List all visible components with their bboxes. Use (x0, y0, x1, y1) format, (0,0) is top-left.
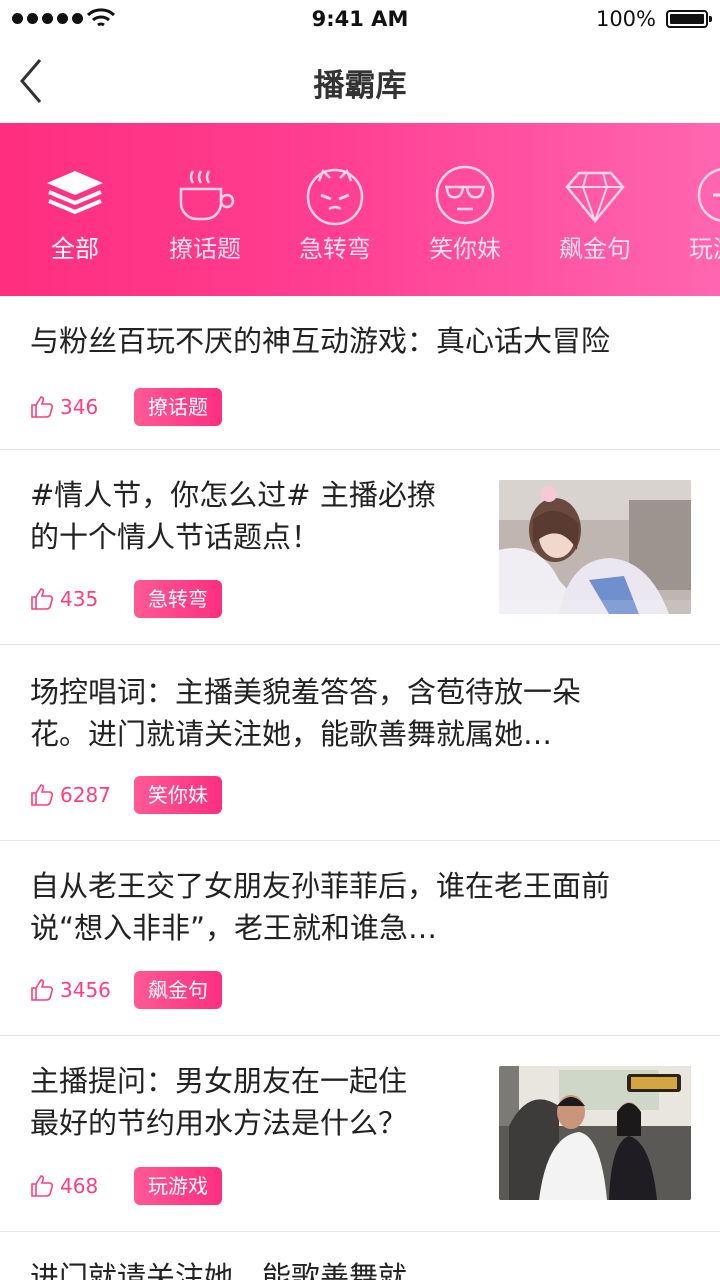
girl-photo-thumbnail[interactable] (499, 480, 691, 614)
car-photo-image (499, 1066, 691, 1200)
item-meta: 346 撩话题 (30, 388, 222, 426)
like-count[interactable]: 468 (30, 1174, 134, 1198)
gamepad-icon (697, 168, 720, 222)
category-ji-zhuan-wan[interactable]: 急转弯 (270, 123, 400, 296)
category-tag[interactable]: 笑你妹 (134, 776, 222, 814)
thumbs-up-icon (31, 588, 54, 610)
like-count-value: 346 (60, 395, 99, 419)
thumbs-up-icon (31, 979, 54, 1001)
item-title-line2: 花。进门就请关注她，能歌善舞就属她… (30, 717, 553, 751)
category-xiao-ni-mei[interactable]: 笑你妹 (400, 123, 530, 296)
category-label: 全部 (51, 235, 99, 263)
category-label: 笑你妹 (429, 235, 501, 263)
item-title-line1: 自从老王交了女朋友孙菲菲后，谁在老王面前 (30, 869, 611, 903)
navigation-bar: 播霸库 (0, 40, 720, 123)
list-item[interactable]: 场控唱词：主播美貌羞答答，含苞待放一朵 花。进门就请关注她，能歌善舞就属她… 6… (0, 645, 720, 841)
coffee-cup-icon (179, 170, 235, 221)
sunglasses-face-icon (435, 165, 495, 225)
category-biao-jin-ju[interactable]: 飙金句 (530, 123, 660, 296)
car-photo-thumbnail[interactable] (499, 1066, 691, 1200)
list-item[interactable]: 自从老王交了女朋友孙菲菲后，谁在老王面前 说“想入非非”，老王就和谁急… 345… (0, 841, 720, 1036)
like-count-value: 3456 (60, 978, 111, 1002)
category-banner: 全部 撩话题 急转弯 笑你妹 飙金句 玩 (0, 123, 720, 296)
category-tag[interactable]: 急转弯 (134, 580, 222, 618)
like-count[interactable]: 346 (30, 395, 134, 419)
battery-percentage: 100% (595, 7, 656, 31)
item-meta: 6287 笑你妹 (30, 776, 222, 814)
category-liao-hua-ti[interactable]: 撩话题 (140, 123, 270, 296)
status-bar: 9:41 AM 100% (0, 0, 720, 40)
like-count[interactable]: 435 (30, 587, 134, 611)
cat-face-icon (306, 168, 364, 226)
item-title-line2: 说“想入非非”，老王就和谁急… (30, 911, 438, 945)
category-wan-you-xi[interactable]: 玩游戏 (660, 123, 720, 296)
item-title-line1: 场控唱词：主播美貌羞答答，含苞待放一朵 (30, 675, 582, 709)
item-title-line1: 进门就请关注她，能歌善舞就 (30, 1260, 408, 1280)
item-title-line1: #情人节，你怎么过# 主播必撩 (30, 478, 436, 512)
item-meta: 435 急转弯 (30, 580, 222, 618)
girl-photo-image (499, 480, 691, 614)
diamond-icon (565, 171, 625, 225)
category-tag[interactable]: 撩话题 (134, 388, 222, 426)
like-count[interactable]: 6287 (30, 783, 134, 807)
item-title: 与粉丝百玩不厌的神互动游戏：真心话大冒险 (30, 324, 611, 358)
list-item[interactable]: 进门就请关注她，能歌善舞就 (0, 1232, 720, 1280)
item-title-line2: 的十个情人节话题点！ (30, 520, 321, 554)
category-tag[interactable]: 飙金句 (134, 971, 222, 1009)
battery-icon (666, 10, 712, 28)
category-all[interactable]: 全部 (10, 123, 140, 296)
category-label: 急转弯 (299, 235, 371, 263)
item-title-line2: 最好的节约用水方法是什么？ (30, 1106, 408, 1140)
like-count-value: 468 (60, 1174, 99, 1198)
thumbs-up-icon (31, 396, 54, 418)
thumbs-up-icon (31, 1175, 54, 1197)
list-item[interactable]: 与粉丝百玩不厌的神互动游戏：真心话大冒险 346 撩话题 (0, 296, 720, 450)
category-label: 玩游戏 (689, 235, 720, 263)
category-label: 飙金句 (559, 235, 631, 263)
list-item[interactable]: #情人节，你怎么过# 主播必撩 的十个情人节话题点！ 435 急转弯 (0, 450, 720, 645)
like-count-value: 6287 (60, 783, 111, 807)
list-item[interactable]: 主播提问：男女朋友在一起住 最好的节约用水方法是什么？ 468 玩游戏 (0, 1036, 720, 1232)
topic-feed: 与粉丝百玩不厌的神互动游戏：真心话大冒险 346 撩话题 #情人节，你怎么过# … (0, 296, 720, 1280)
page-title: 播霸库 (313, 68, 407, 104)
like-count-value: 435 (60, 587, 99, 611)
item-meta: 468 玩游戏 (30, 1167, 222, 1205)
item-title-line1: 主播提问：男女朋友在一起住 (30, 1064, 408, 1098)
thumbs-up-icon (31, 784, 54, 806)
layers-icon (47, 171, 103, 215)
category-label: 撩话题 (169, 235, 241, 263)
category-tag[interactable]: 玩游戏 (134, 1167, 222, 1205)
item-meta: 3456 飙金句 (30, 971, 222, 1009)
like-count[interactable]: 3456 (30, 978, 134, 1002)
